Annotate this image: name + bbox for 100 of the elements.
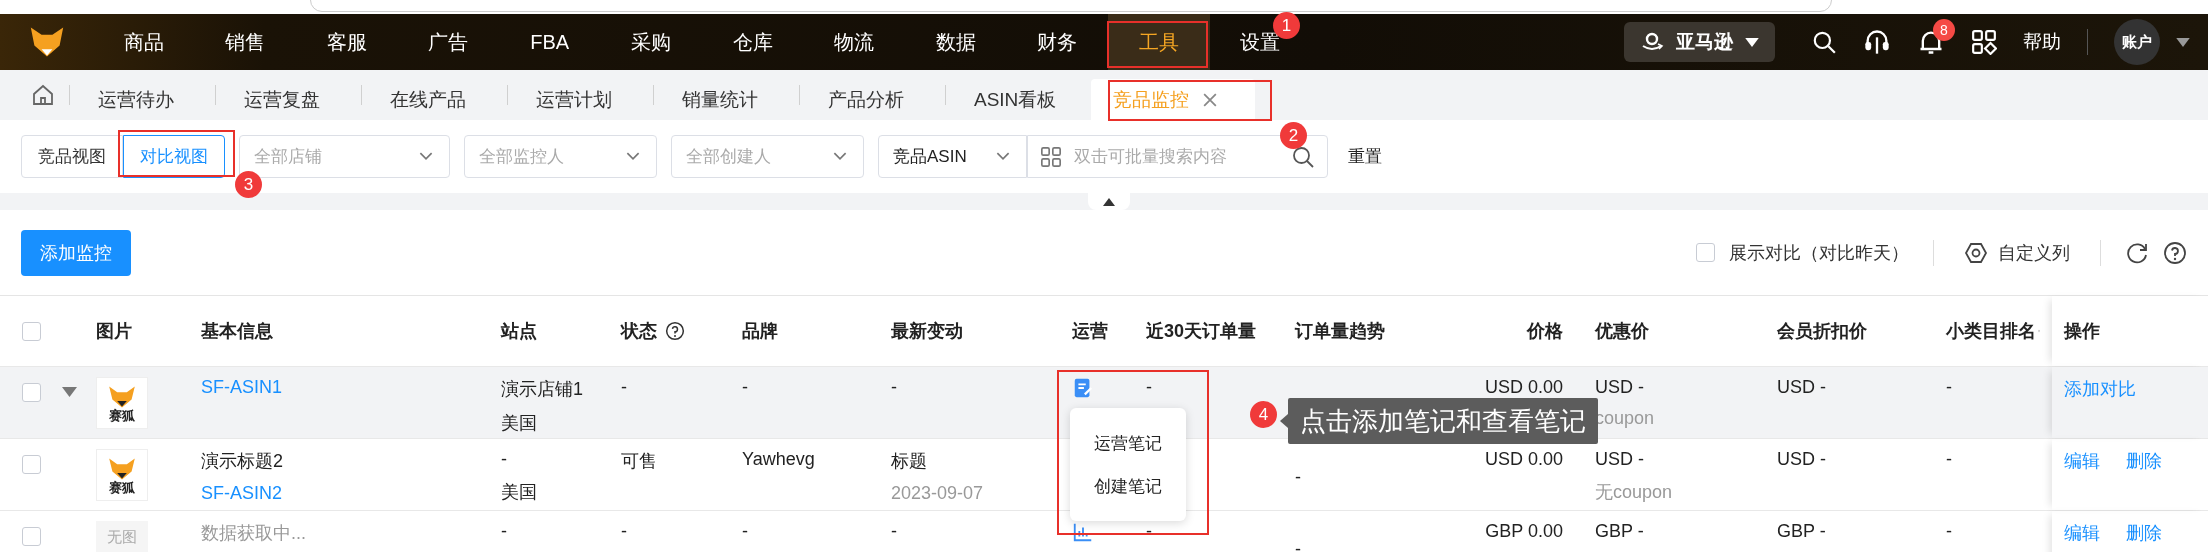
site-text: 演示店铺1 <box>501 378 584 401</box>
rank-text: - <box>1946 377 1953 398</box>
column-header: 订单量趋势 <box>1295 320 1385 343</box>
row-checkbox[interactable] <box>22 527 41 546</box>
site-text: - <box>501 449 508 470</box>
note-icon[interactable] <box>1072 377 1094 399</box>
nav-menu-item[interactable]: 采购 <box>600 14 702 70</box>
price-text: USD 0.00 <box>1484 377 1563 398</box>
status-text: - <box>621 521 628 542</box>
checkbox[interactable] <box>1696 243 1715 262</box>
home-icon[interactable] <box>31 83 55 107</box>
nav-menu-item[interactable]: 物流 <box>803 14 905 70</box>
status-text: - <box>621 377 628 398</box>
expand-caret-icon[interactable] <box>62 387 77 397</box>
grid-icon[interactable] <box>1040 145 1062 168</box>
nav-menu-item[interactable]: 数据 <box>905 14 1007 70</box>
select-all-checkbox[interactable] <box>22 321 41 341</box>
change-text: - <box>891 521 898 542</box>
trend-text: - <box>1295 467 1302 488</box>
coupon-price: USD - <box>1595 377 1645 398</box>
headset-icon[interactable] <box>1863 28 1891 56</box>
coupon-price: USD - <box>1595 449 1645 470</box>
page-tab[interactable]: 销量统计 <box>654 79 799 120</box>
column-header: 会员折扣价 <box>1777 320 1867 343</box>
nav-menu-item[interactable]: 商品 <box>93 14 195 70</box>
compare-label: 展示对比（对比昨天） <box>1729 241 1909 265</box>
column-header: 基本信息 <box>201 320 273 343</box>
trend-text: - <box>1295 539 1302 552</box>
site-text: 美国 <box>501 481 538 504</box>
row-checkbox[interactable] <box>22 383 41 402</box>
member-price: USD - <box>1777 377 1827 398</box>
column-header: 最新变动 <box>891 320 963 343</box>
member-price: USD - <box>1777 449 1827 470</box>
column-header: 小类目排名 <box>1946 320 2036 343</box>
nav-menu-item[interactable]: 财务 <box>1006 14 1108 70</box>
column-header: 优惠价 <box>1595 320 1649 343</box>
nav-menu-item[interactable]: 销售 <box>194 14 296 70</box>
reset-button[interactable]: 重置 <box>1342 144 1388 169</box>
column-header: 品牌 <box>742 320 778 343</box>
step-badge: 2 <box>1280 122 1307 149</box>
caret-down-icon[interactable] <box>2176 37 2190 47</box>
page-tab[interactable]: ASIN看板 <box>946 79 1091 120</box>
no-image-thumbnail: 无图 <box>96 521 148 552</box>
product-title: 数据获取中... <box>201 522 307 545</box>
page-tab[interactable]: 运营复盘 <box>216 79 361 120</box>
column-header: 运营 <box>1072 320 1108 343</box>
bar-chart-icon[interactable] <box>1072 521 1094 543</box>
chevron-down-icon <box>833 152 847 161</box>
account-avatar[interactable]: 账户 <box>2114 19 2160 65</box>
member-price: GBP - <box>1777 521 1827 542</box>
platform-dropdown[interactable]: 亚马逊 <box>1624 22 1775 62</box>
price-text: USD 0.00 <box>1484 449 1563 470</box>
brand-text: - <box>742 377 749 398</box>
page-tab[interactable]: 运营待办 <box>70 79 215 120</box>
help-link[interactable]: 帮助 <box>2023 29 2061 55</box>
chevron-down-icon <box>996 152 1010 161</box>
orders-count: - <box>1146 377 1153 398</box>
guide-tooltip: 点击添加笔记和查看笔记 <box>1280 398 1598 444</box>
caret-down-icon <box>1745 37 1759 47</box>
nav-menu-item[interactable]: 工具 <box>1108 14 1210 70</box>
apps-grid-icon[interactable] <box>1971 29 1997 55</box>
coupon-note: 无coupon <box>1595 481 1674 504</box>
site-text: - <box>501 521 508 542</box>
change-text: - <box>891 377 898 398</box>
refresh-icon[interactable] <box>2125 240 2149 265</box>
brand-text: Yawhevg <box>742 449 816 470</box>
status-text: 可售 <box>621 450 658 473</box>
column-header: 价格 <box>1527 320 1563 343</box>
search-icon[interactable] <box>1291 144 1315 169</box>
page-tab[interactable]: 运营计划 <box>508 79 653 120</box>
select-dropdown[interactable]: 竞品ASIN <box>878 135 1027 178</box>
row-checkbox[interactable] <box>22 455 41 474</box>
close-icon[interactable] <box>1203 92 1217 107</box>
search-input[interactable]: 双击可批量搜索内容 <box>1072 145 1281 168</box>
notification-count: 8 <box>1933 19 1955 41</box>
column-header: 近30天订单量 <box>1146 320 1257 343</box>
nav-menu-item[interactable]: FBA <box>499 14 601 70</box>
page-tab[interactable]: 在线产品 <box>362 79 507 120</box>
nav-menu-item[interactable]: 广告 <box>397 14 499 70</box>
site-text: 美国 <box>501 412 538 435</box>
menu-item[interactable]: 运营笔记 <box>1094 431 1162 455</box>
column-header: 状态 <box>621 320 657 343</box>
coupon-price: GBP - <box>1595 521 1645 542</box>
product-thumbnail: 赛狐 <box>96 377 148 429</box>
column-header: 图片 <box>96 320 132 343</box>
rank-text: - <box>1946 521 1953 542</box>
menu-item[interactable]: 创建笔记 <box>1094 474 1162 498</box>
orders-count: - <box>1146 521 1153 542</box>
view-toggle-button[interactable]: 竞品视图 <box>21 135 123 178</box>
nav-menu-item[interactable]: 仓库 <box>702 14 804 70</box>
chevron-down-icon <box>419 152 433 161</box>
page-tab[interactable]: 产品分析 <box>800 79 945 120</box>
search-icon[interactable] <box>1811 29 1837 55</box>
custom-columns-button[interactable]: 自定义列 <box>1958 239 2076 266</box>
change-date: 2023-09-07 <box>891 483 985 504</box>
change-text: 标题 <box>891 450 928 473</box>
column-header: 站点 <box>501 320 537 343</box>
product-title: 演示标题2 <box>201 450 284 473</box>
hexagon-gear-icon <box>1964 240 1988 265</box>
nav-menu-item[interactable]: 客服 <box>296 14 398 70</box>
